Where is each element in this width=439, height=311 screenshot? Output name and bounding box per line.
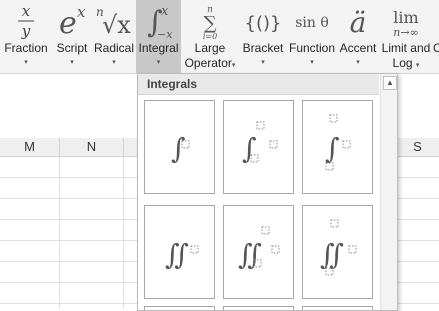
integral-stacked-limits-icon: ∫ [325, 114, 351, 171]
equation-ribbon: x y Fraction ▾ e x Script ▾ n √x Radical… [0, 0, 439, 74]
chevron-down-icon: ▾ [112, 59, 116, 66]
svg-text:ä: ä [350, 6, 367, 39]
operator-button[interactable]: O [433, 0, 439, 73]
integral-with-limits-tile[interactable]: ∫ [223, 100, 294, 194]
svg-text:√x: √x [102, 11, 131, 39]
double-integral-with-limits-icon: ∬ [238, 226, 280, 271]
fraction-icon: x y [0, 2, 52, 40]
fraction-button[interactable]: x y Fraction ▾ [0, 0, 52, 73]
svg-text:∑: ∑ [204, 13, 217, 34]
integral-icon: ∫ x −x [136, 2, 181, 40]
large-operator-label-2: Operator▾ [184, 56, 236, 70]
bracket-button[interactable]: {()} Bracket ▾ [239, 0, 287, 73]
function-icon: sin θ [287, 2, 337, 40]
bracket-icon: {()} [239, 2, 287, 40]
gallery-tile-partial[interactable] [302, 306, 373, 310]
chevron-down-icon: ▾ [70, 59, 74, 66]
double-integral-tile[interactable]: ∬ [144, 205, 215, 299]
bracket-label: Bracket [242, 41, 284, 55]
limit-and-log-button[interactable]: lim n→∞ Limit and Log ▾ [379, 0, 433, 73]
integral-tile[interactable]: ∫ [144, 100, 215, 194]
integral-button[interactable]: ∫ x −x Integral ▾ [136, 0, 181, 73]
gallery-tile-partial[interactable] [223, 306, 294, 310]
svg-text:∬: ∬ [320, 238, 344, 271]
large-operator-button[interactable]: n ∑ i=0 Large Operator▾ [181, 0, 239, 73]
svg-text:e: e [59, 6, 77, 40]
chevron-down-icon: ▾ [156, 59, 161, 66]
double-integral-icon: ∬ [165, 238, 199, 271]
integral-stacked-limits-tile[interactable]: ∫ [302, 100, 373, 194]
large-operator-label: Large [194, 41, 226, 55]
scroll-up-icon[interactable]: ▲ [383, 76, 397, 90]
fraction-label: Fraction [4, 41, 48, 55]
svg-text:x: x [22, 2, 31, 20]
integral-label: Integral [138, 41, 179, 55]
svg-text:x: x [77, 3, 86, 21]
integral-with-limits-icon: ∫ [242, 121, 278, 165]
svg-text:i=0: i=0 [203, 32, 217, 40]
chevron-down-icon: ▾ [310, 59, 314, 66]
svg-text:lim: lim [393, 8, 418, 27]
svg-text:∫: ∫ [242, 132, 257, 165]
radical-label: Radical [93, 41, 135, 55]
accent-label: Accent [339, 41, 377, 55]
radical-icon: n √x [92, 2, 136, 40]
chevron-down-icon: ▾ [356, 59, 360, 66]
chevron-down-icon: ▾ [261, 59, 265, 66]
function-button[interactable]: sin θ Function ▾ [287, 0, 337, 73]
svg-text:∫: ∫ [171, 132, 186, 165]
column-header-m[interactable]: M [0, 138, 60, 157]
column-line [59, 157, 60, 309]
svg-text:sin θ: sin θ [295, 15, 329, 31]
chevron-down-icon: ▾ [24, 59, 28, 66]
double-integral-with-limits-tile[interactable]: ∬ [223, 205, 294, 299]
chevron-down-icon: ▾ [415, 62, 420, 69]
svg-text:x: x [161, 4, 169, 19]
script-label: Script [56, 41, 88, 55]
accent-button[interactable]: ä Accent ▾ [337, 0, 379, 73]
double-integral-stacked-limits-tile[interactable]: ∬ [302, 205, 373, 299]
svg-text:∬: ∬ [165, 238, 189, 271]
chevron-down-icon: ▾ [231, 62, 236, 69]
limit-icon: lim n→∞ [379, 2, 433, 40]
gallery-scrollbar[interactable]: ▲ [380, 74, 397, 310]
double-integral-stacked-limits-icon: ∬ [320, 219, 357, 276]
column-header-n[interactable]: N [60, 138, 124, 157]
svg-text:∬: ∬ [238, 238, 262, 271]
script-button[interactable]: e x Script ▾ [52, 0, 92, 73]
operator-label: O [433, 41, 439, 55]
summation-icon: n ∑ i=0 [181, 2, 239, 40]
integral-symbol-icon: ∫ [171, 132, 190, 165]
svg-text:−x: −x [157, 28, 173, 40]
accent-icon: ä [337, 2, 379, 40]
function-label: Function [288, 41, 336, 55]
gallery-title: Integrals [138, 74, 379, 95]
column-line [123, 157, 124, 309]
gallery-tile-partial[interactable] [144, 306, 215, 310]
radical-button[interactable]: n √x Radical ▾ [92, 0, 136, 73]
column-header-s[interactable]: S [396, 138, 439, 157]
svg-text:∫: ∫ [325, 132, 340, 165]
svg-text:{()}: {()} [245, 13, 282, 34]
integrals-gallery: Integrals ▲ ∫ ∫ ∫ ∬ ∬ ∬ [137, 73, 398, 311]
script-icon: e x [52, 2, 92, 40]
limit-and-log-label: Limit and [381, 41, 431, 55]
svg-text:y: y [21, 22, 31, 40]
limit-and-log-label-2: Log ▾ [392, 56, 420, 70]
svg-text:n→∞: n→∞ [393, 26, 418, 39]
